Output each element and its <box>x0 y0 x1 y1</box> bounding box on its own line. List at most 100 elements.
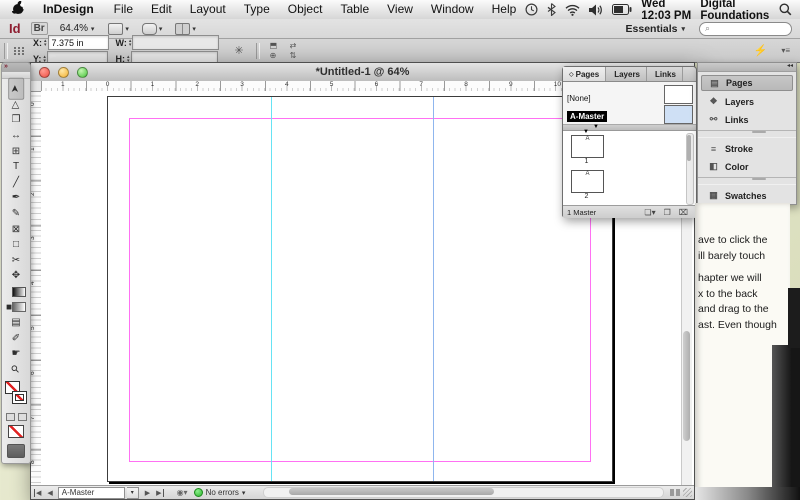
horizontal-scrollbar-thumb[interactable] <box>289 488 494 495</box>
free-transform-tool[interactable]: ✥ <box>5 268 27 284</box>
pen-tool[interactable]: ✒ <box>5 190 27 206</box>
dock-item-pages[interactable]: ▤ Pages <box>701 75 793 91</box>
dock-item-layers[interactable]: ❖ Layers <box>701 94 793 109</box>
pages-footer-icon[interactable]: ❐ <box>664 208 671 217</box>
screen-mode-button[interactable] <box>7 444 25 458</box>
tools-panel-collapse[interactable]: » <box>2 63 30 72</box>
menu-item[interactable]: Table <box>331 2 378 16</box>
pages-panel-scrollbar[interactable] <box>686 133 694 205</box>
panel-tab[interactable]: ◇Pages <box>563 67 606 81</box>
menu-item[interactable]: Window <box>422 2 483 16</box>
zoom-level-dropdown[interactable]: 64.4% ▾ <box>60 23 95 34</box>
column-guide[interactable] <box>271 97 272 481</box>
master-a-row[interactable]: A-Master <box>567 111 607 122</box>
formatting-text-icon[interactable] <box>18 413 27 421</box>
page-select-caret[interactable]: ▾ <box>127 487 139 499</box>
clock-icon[interactable] <box>525 3 538 16</box>
type-tool[interactable]: T <box>5 159 27 175</box>
horizontal-scrollbar[interactable] <box>263 487 664 498</box>
menu-item[interactable]: Edit <box>142 2 181 16</box>
eyedropper-tool[interactable]: ✐ <box>5 331 27 347</box>
pages-footer-icon[interactable]: ❏▾ <box>644 208 655 217</box>
preflight-status[interactable]: No errors ▾ <box>194 488 246 497</box>
dock-item-links[interactable]: ⚯ Links <box>701 112 793 127</box>
spotlight-icon[interactable] <box>779 3 792 16</box>
wifi-icon[interactable] <box>565 4 580 16</box>
master-a-thumbnail[interactable] <box>664 105 693 124</box>
x-field[interactable]: 7.375 in <box>48 35 109 50</box>
scissors-tool[interactable]: ✂ <box>5 253 27 269</box>
first-page-button[interactable]: ◀ <box>34 489 41 497</box>
bridge-button[interactable]: Br <box>31 22 48 35</box>
window-resize-grip[interactable] <box>683 488 692 497</box>
note-tool[interactable]: ▤ <box>5 315 27 331</box>
page-2-thumbnail[interactable]: A <box>571 170 604 193</box>
gradient-swatch-tool[interactable]: ■ <box>5 284 27 300</box>
arrange-documents-dropdown[interactable]: ▾ <box>175 23 196 35</box>
previous-page-button[interactable]: ◀ <box>47 489 52 497</box>
layout-adjust-icon[interactable]: ⊕ <box>270 51 286 60</box>
battery-icon[interactable] <box>612 4 632 15</box>
content-collector-tool[interactable]: ⊞ <box>5 143 27 159</box>
menu-item[interactable]: InDesign <box>34 2 105 16</box>
layout-adjust-icon[interactable]: ⇄ <box>290 41 306 50</box>
menu-item[interactable]: Help <box>483 2 526 16</box>
control-panel-menu-icon[interactable]: ▾≡ <box>781 46 790 55</box>
workspace-switcher[interactable]: Essentials▾ <box>626 23 685 35</box>
master-none-thumbnail[interactable] <box>664 85 693 104</box>
w-field[interactable] <box>132 35 219 50</box>
apple-menu-icon[interactable] <box>12 1 24 18</box>
layout-adjust-icon[interactable]: ⬒ <box>270 41 286 50</box>
bluetooth-icon[interactable] <box>547 3 556 16</box>
page-select-dropdown[interactable]: A-Master <box>58 487 125 499</box>
ruler-guide[interactable] <box>433 97 434 481</box>
view-options-dropdown[interactable]: ▾ <box>108 23 129 35</box>
panel-tab[interactable]: Links <box>647 67 683 81</box>
master-none-row[interactable]: [None] <box>567 94 591 103</box>
pencil-tool[interactable]: ✎ <box>5 206 27 222</box>
x-stepper[interactable]: ▴▾ <box>44 39 47 47</box>
volume-icon[interactable] <box>589 4 603 16</box>
menu-item[interactable]: Layout <box>181 2 235 16</box>
dock-divider[interactable] <box>698 130 796 138</box>
search-input[interactable]: ⌕ <box>699 22 792 36</box>
preflight-menu-icon[interactable]: ◉▾ <box>177 488 188 497</box>
pages-footer-icon[interactable]: ⌧ <box>679 208 688 217</box>
frame-tool[interactable]: ⊠ <box>5 221 27 237</box>
split-window-icons[interactable] <box>670 489 680 496</box>
dock-collapse-button[interactable]: ◂◂ <box>698 63 796 72</box>
screen-mode-dropdown[interactable]: ▾ <box>142 23 163 35</box>
constrain-proportions-icon[interactable]: ✳ <box>234 44 243 57</box>
rectangle-tool[interactable]: □ <box>5 237 27 253</box>
pages-panel-scrollbar-thumb[interactable] <box>687 135 691 161</box>
last-page-button[interactable]: ▶ <box>156 489 163 497</box>
line-tool[interactable]: ╱ <box>5 175 27 191</box>
vertical-scrollbar-thumb[interactable] <box>683 331 690 441</box>
ruler-label: 0 <box>31 102 36 106</box>
stroke-swatch[interactable] <box>12 391 27 404</box>
page-1-thumbnail[interactable]: A <box>571 135 604 158</box>
next-page-button[interactable]: ▶ <box>145 489 150 497</box>
formatting-container-icon[interactable] <box>6 413 15 421</box>
gap-tool[interactable]: ↔ <box>5 128 27 144</box>
menu-item[interactable]: Type <box>235 2 279 16</box>
fill-stroke-swatches[interactable] <box>5 381 27 411</box>
dock-divider[interactable] <box>698 177 796 185</box>
menu-item[interactable]: View <box>378 2 422 16</box>
ruler-label: 9 <box>507 81 513 88</box>
menu-item[interactable]: File <box>105 2 142 16</box>
apply-none-button[interactable] <box>8 425 24 438</box>
menu-item[interactable]: Object <box>279 2 332 16</box>
layout-adjust-icon[interactable]: ⇅ <box>290 51 306 60</box>
dock-item-swatches[interactable]: ▦ Swatches <box>701 188 793 203</box>
panel-tab[interactable]: Layers <box>606 67 647 81</box>
reference-point-proxy[interactable] <box>14 47 25 55</box>
control-bar-grip[interactable] <box>4 43 8 59</box>
w-stepper[interactable]: ▴▾ <box>129 39 132 47</box>
gradient-feather-tool[interactable]: ■ <box>5 299 27 315</box>
page-1[interactable] <box>107 96 613 482</box>
dock-item-color[interactable]: ◧ Color <box>701 159 793 174</box>
quick-apply-icon[interactable]: ⚡ <box>754 44 768 57</box>
dock-item-stroke[interactable]: ≡ Stroke <box>701 141 793 156</box>
direct-selection-tool[interactable]: ▷ <box>8 93 24 115</box>
